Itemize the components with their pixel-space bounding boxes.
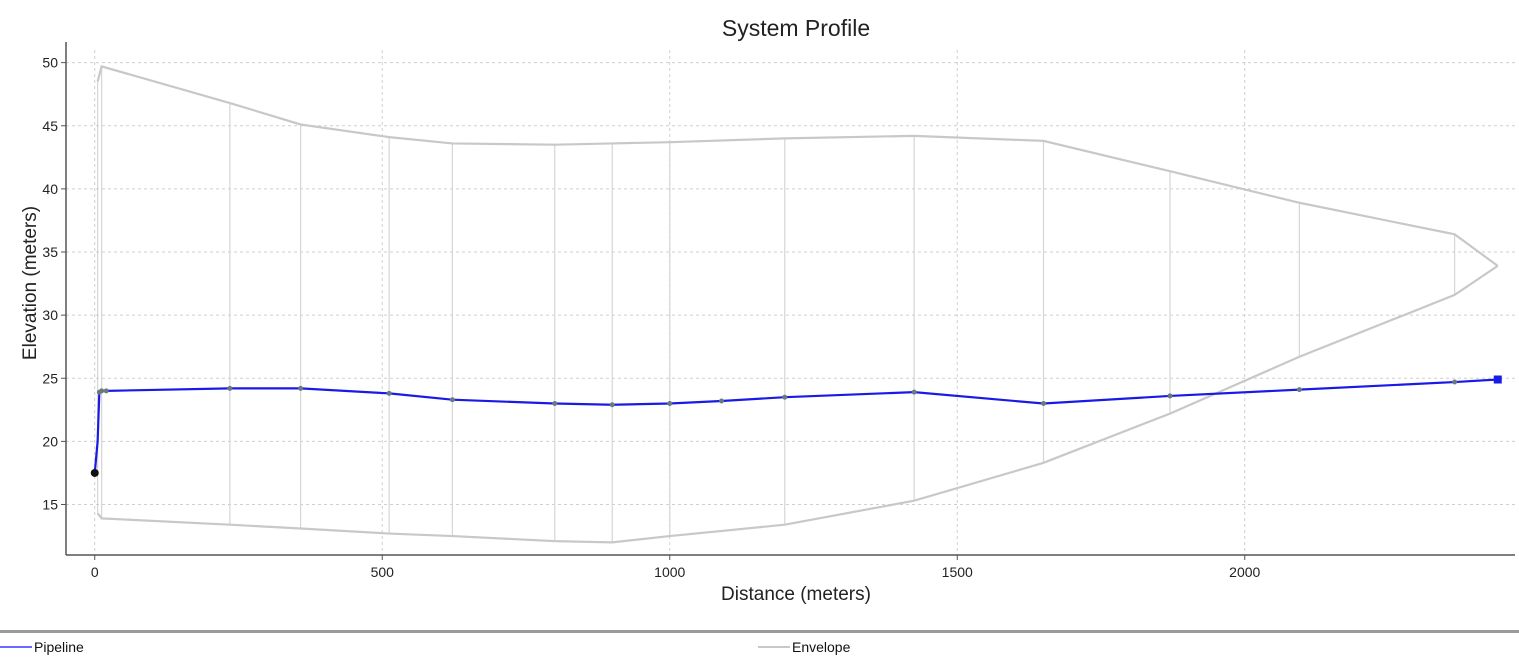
envelope-series — [96, 65, 1499, 544]
pipeline-start-point — [90, 468, 99, 477]
y-tick-label: 50 — [42, 55, 58, 71]
y-tick-label: 25 — [42, 370, 58, 386]
pipeline-end-point — [1493, 375, 1502, 384]
x-tick-label: 2000 — [1229, 564, 1260, 580]
pipeline-point — [1041, 401, 1046, 406]
chart-title: System Profile — [722, 15, 870, 41]
pipeline-point — [99, 388, 105, 394]
y-tick-label: 35 — [42, 244, 58, 260]
pipeline-point — [1296, 387, 1302, 393]
pipeline-point — [1452, 379, 1458, 385]
pipeline-point — [667, 401, 673, 406]
pipeline-point — [386, 390, 392, 396]
y-tick-label: 15 — [42, 497, 58, 513]
pipeline-series — [90, 375, 1502, 477]
pipeline-point — [227, 385, 233, 391]
pipeline-point — [1167, 393, 1173, 399]
system-profile-chart: 15202530354045500 500 1000 1500 2000 System … — [20, 15, 1515, 605]
x-tick-label: 1500 — [942, 564, 973, 580]
y-axis-title: Elevation (meters) — [20, 206, 41, 360]
pipeline-point — [552, 401, 558, 406]
envelope-upper-line — [96, 65, 1499, 267]
x-tick-label: 0 — [91, 564, 99, 580]
tick-labels: 15202530354045500 500 1000 1500 2000 — [42, 55, 1260, 580]
pipeline-point — [449, 397, 455, 403]
envelope-swatch-icon — [758, 646, 790, 648]
legend-item-envelope: Envelope — [758, 639, 850, 655]
legend-label-envelope: Envelope — [792, 639, 851, 655]
pipeline-swatch-icon — [0, 646, 32, 648]
y-tick-label: 30 — [42, 307, 58, 323]
pipeline-line — [93, 378, 1498, 474]
x-tick-label: 1000 — [654, 564, 685, 580]
legend: Pipeline Envelope — [0, 630, 1519, 661]
legend-item-pipeline: Pipeline — [0, 639, 84, 655]
legend-label-pipeline: Pipeline — [34, 639, 84, 655]
y-tick-label: 20 — [42, 433, 58, 449]
grid — [66, 50, 1515, 555]
x-tick-label: 500 — [371, 564, 395, 580]
pipeline-point — [911, 389, 917, 395]
y-tick-label: 45 — [42, 118, 58, 134]
y-tick-label: 40 — [42, 181, 58, 197]
pipeline-point — [782, 394, 788, 400]
pipeline-point — [609, 402, 615, 408]
pipeline-point — [103, 388, 109, 394]
envelope-lower-line — [96, 264, 1499, 544]
x-axis-title: Distance (meters) — [721, 584, 871, 605]
pipeline-point — [298, 385, 304, 391]
axes — [61, 42, 1515, 560]
pipeline-point — [719, 398, 724, 404]
